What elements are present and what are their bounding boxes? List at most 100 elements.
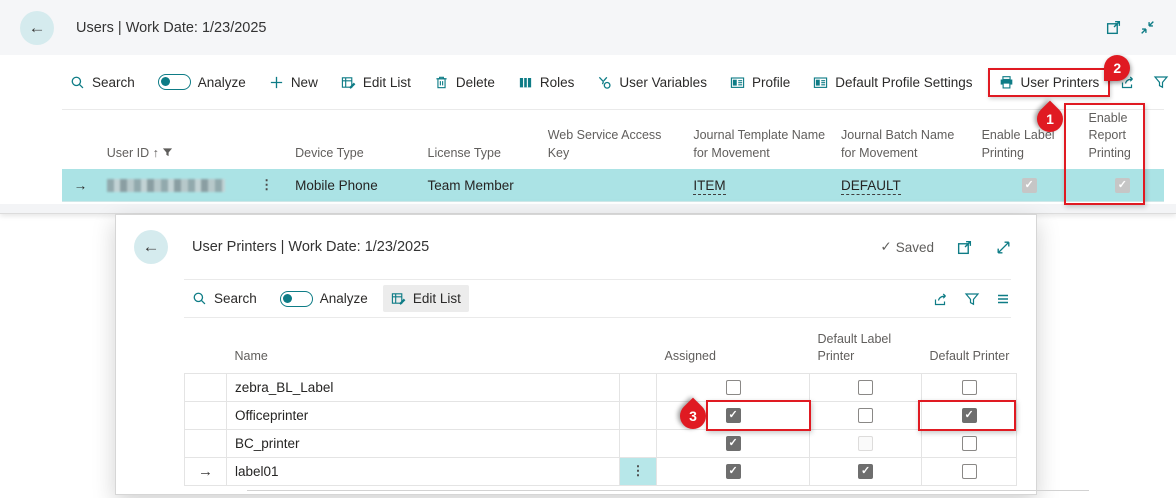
filter-icon[interactable] <box>1153 74 1169 90</box>
default-label-printer-checkbox[interactable] <box>858 464 873 479</box>
search-icon <box>70 75 85 90</box>
default-printer-checkbox[interactable] <box>962 436 977 451</box>
user-variables-button[interactable]: User Variables <box>589 69 715 96</box>
trash-icon <box>434 75 449 90</box>
col-row-menu <box>620 326 657 373</box>
selected-row-arrow-icon: → <box>62 169 103 202</box>
user-printers-dialog: ← User Printers | Work Date: 1/23/2025 ✓… <box>115 214 1037 495</box>
search-icon <box>192 291 207 306</box>
printer-row-label01[interactable]: → label01 ⋮ <box>185 457 1017 485</box>
edit-list-icon <box>391 291 406 306</box>
profile-button[interactable]: Profile <box>722 69 798 96</box>
cell-license-type[interactable]: Team Member <box>424 169 544 202</box>
dialog-command-bar: Search Analyze Edit List <box>184 279 1011 318</box>
analyze-toggle[interactable]: Analyze <box>150 68 254 96</box>
printer-name[interactable]: label01 <box>227 457 620 485</box>
printers-header-row: Name Assigned Default Label Printer Defa… <box>185 326 1017 373</box>
printer-name[interactable]: BC_printer <box>227 429 620 457</box>
annotation-box-enable-report-printing: 1 <box>1064 103 1145 205</box>
profile-card-icon <box>730 75 745 90</box>
default-profile-settings-button[interactable]: Default Profile Settings <box>805 69 980 96</box>
user-row[interactable]: → ⋮ Mobile Phone Team Member ITEM DEFAUL… <box>62 169 1164 202</box>
row-ellipsis-icon[interactable]: ⋮ <box>260 177 273 193</box>
columns-icon <box>518 75 533 90</box>
check-icon: ✓ <box>880 239 891 255</box>
open-in-new-window-icon[interactable] <box>1105 19 1122 36</box>
toggle-switch-icon[interactable] <box>158 74 191 90</box>
annotation-box-assigned-checkbox: 3 <box>706 400 811 431</box>
col-default-label-printer[interactable]: Default Label Printer <box>810 326 922 373</box>
share-icon[interactable] <box>933 291 949 307</box>
col-journal-batch[interactable]: Journal Batch Name for Movement <box>837 110 978 169</box>
assigned-checkbox[interactable] <box>726 464 741 479</box>
delete-button[interactable]: Delete <box>426 69 503 96</box>
assigned-checkbox[interactable] <box>726 380 741 395</box>
col-default-printer[interactable]: Default Printer <box>922 326 1017 373</box>
row-selector-header <box>62 110 103 169</box>
col-device-type[interactable]: Device Type <box>291 110 423 169</box>
cell-web-service-access-key[interactable] <box>544 169 690 202</box>
dialog-titlebar: ← User Printers | Work Date: 1/23/2025 ✓… <box>116 215 1036 279</box>
filter-icon[interactable] <box>964 291 980 307</box>
user-printers-button[interactable]: User Printers 2 <box>988 68 1111 97</box>
annotation-box-default-printer-checkbox <box>918 400 1016 431</box>
enable-label-printing-checkbox <box>1022 178 1037 193</box>
printer-row-zebra[interactable]: zebra_BL_Label <box>185 373 1017 401</box>
dialog-edit-list-button[interactable]: Edit List <box>383 285 469 312</box>
table-bottom-divider <box>247 490 1089 491</box>
active-row-arrow-icon: → <box>185 457 227 485</box>
default-printer-checkbox[interactable] <box>962 380 977 395</box>
users-list: User ID ↑ Device Type License Type Web S… <box>62 110 1164 202</box>
redacted-user-id[interactable] <box>107 179 225 192</box>
profile-settings-card-icon <box>813 75 828 90</box>
dialog-title: User Printers | Work Date: 1/23/2025 <box>192 239 429 255</box>
col-journal-template[interactable]: Journal Template Name for Movement <box>689 110 837 169</box>
default-label-printer-checkbox[interactable] <box>858 436 873 451</box>
saved-status: ✓ Saved <box>880 239 934 255</box>
back-arrow-icon: ← <box>143 237 160 257</box>
cell-device-type[interactable]: Mobile Phone <box>291 169 423 202</box>
row-ellipsis-icon[interactable]: ⋮ <box>632 463 645 478</box>
col-license-type[interactable]: License Type <box>424 110 544 169</box>
edit-list-icon <box>341 75 356 90</box>
plus-icon <box>269 75 284 90</box>
expand-window-icon[interactable] <box>995 239 1012 256</box>
printer-row-bc-printer[interactable]: BC_printer <box>185 429 1017 457</box>
search-button[interactable]: Search <box>62 69 143 96</box>
back-arrow-icon: ← <box>29 18 46 38</box>
printer-name[interactable]: Officeprinter <box>227 401 620 429</box>
toggle-switch-icon[interactable] <box>280 291 313 307</box>
col-assigned[interactable]: Assigned <box>657 326 810 373</box>
printer-name[interactable]: zebra_BL_Label <box>227 373 620 401</box>
new-button[interactable]: New <box>261 69 326 96</box>
edit-list-button[interactable]: Edit List <box>333 69 419 96</box>
users-titlebar: ← Users | Work Date: 1/23/2025 <box>0 0 1176 55</box>
default-label-printer-checkbox[interactable] <box>858 408 873 423</box>
column-filter-icon <box>162 147 173 158</box>
dialog-back-button[interactable]: ← <box>134 230 168 264</box>
back-button[interactable]: ← <box>20 11 54 45</box>
users-page-window: ← Users | Work Date: 1/23/2025 Search <box>0 0 1176 214</box>
printer-row-officeprinter[interactable]: Officeprinter <box>185 401 1017 429</box>
row-selector-header <box>185 326 227 373</box>
default-label-printer-checkbox[interactable] <box>858 380 873 395</box>
annotation-badge-2: 2 <box>1104 55 1130 81</box>
printer-icon <box>999 75 1014 90</box>
cell-journal-batch[interactable]: DEFAULT <box>837 169 978 202</box>
sort-ascending-icon: ↑ <box>153 146 159 160</box>
page-title: Users | Work Date: 1/23/2025 <box>76 20 266 36</box>
default-printer-checkbox[interactable] <box>962 464 977 479</box>
collapse-window-icon[interactable] <box>1139 19 1156 36</box>
menu-list-icon[interactable] <box>995 291 1011 307</box>
roles-button[interactable]: Roles <box>510 69 583 96</box>
col-web-service-access-key[interactable]: Web Service Access Key <box>544 110 690 169</box>
assigned-checkbox[interactable] <box>726 436 741 451</box>
users-header-row: User ID ↑ Device Type License Type Web S… <box>62 110 1164 169</box>
cell-journal-template[interactable]: ITEM <box>689 169 837 202</box>
col-user-id[interactable]: User ID ↑ <box>103 110 291 169</box>
printers-list: Name Assigned Default Label Printer Defa… <box>184 326 1036 491</box>
col-name[interactable]: Name <box>227 326 620 373</box>
open-in-new-window-icon[interactable] <box>956 239 973 256</box>
dialog-analyze-toggle[interactable]: Analyze <box>272 285 376 313</box>
dialog-search-button[interactable]: Search <box>184 285 265 312</box>
